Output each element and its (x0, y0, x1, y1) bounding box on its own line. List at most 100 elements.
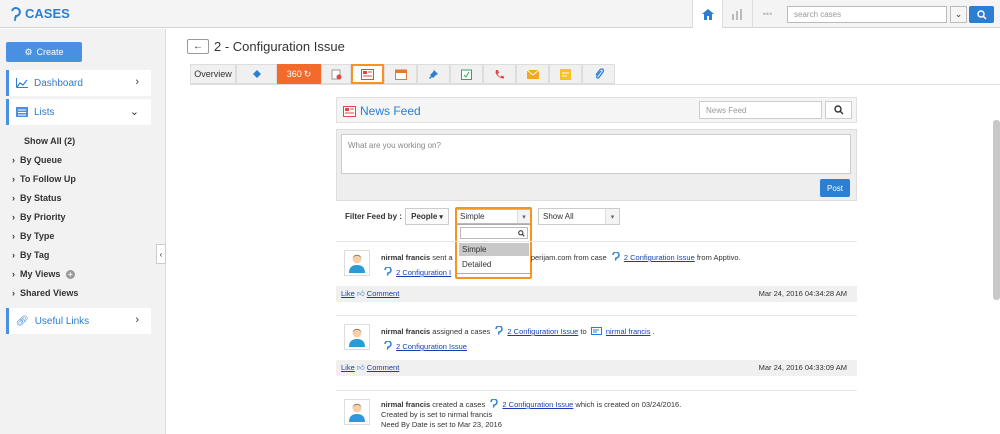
sidebar-list-show-all[interactable]: Show All (2) (24, 136, 75, 146)
tab-news-feed[interactable] (351, 64, 384, 84)
feed-action-text: sent a (432, 252, 453, 262)
tab-email[interactable] (516, 64, 549, 84)
chevron-right-icon: › (135, 314, 139, 326)
create-button[interactable]: ⚙ Create (6, 42, 82, 62)
chevron-down-icon: ⌄ (954, 9, 963, 19)
sidebar-item-lists[interactable]: Lists ⌄ (6, 99, 151, 125)
tab-360[interactable]: 360 ↻ (277, 64, 321, 84)
search-scope-dropdown[interactable]: ⌄ (950, 6, 967, 23)
tab-overview[interactable]: Overview (190, 64, 236, 84)
news-feed-icon (343, 105, 356, 117)
feed-timestamp: Mar 24, 2016 04:34:28 AM (758, 289, 847, 298)
more-icon[interactable]: ••• (752, 0, 782, 28)
home-icon[interactable] (692, 0, 722, 28)
tab-calls[interactable] (483, 64, 516, 84)
feed-to-text: to (580, 326, 587, 336)
feed-entry-footer: Like 👍︎ Comment Mar 24, 2016 04:33:09 AM (336, 360, 857, 376)
tab-case-info[interactable] (236, 64, 277, 84)
sidebar-item-dashboard[interactable]: Dashboard › (6, 70, 151, 96)
thumbs-up-icon: 👍︎ (356, 289, 365, 298)
sidebar-list-my-views[interactable]: › My Views + (12, 269, 75, 279)
compose-box: What are you working on? Post (336, 129, 857, 201)
news-feed-header: News Feed News Feed (336, 97, 857, 123)
filter-feed-label: Filter Feed by : (345, 212, 402, 221)
add-view-icon[interactable]: + (65, 270, 75, 279)
paperclip-icon (594, 68, 604, 79)
sidebar-item-useful-links[interactable]: 🔗︎ Useful Links › (6, 308, 151, 334)
app-title[interactable]: CASES (8, 6, 70, 21)
tab-360-label: 360 (286, 69, 302, 79)
compose-input[interactable]: What are you working on? (341, 134, 851, 174)
avatar (344, 399, 370, 425)
news-feed-search-button[interactable] (825, 101, 852, 119)
news-feed-title: News Feed (343, 104, 421, 118)
caret-down-icon: ▾ (605, 209, 619, 224)
feed-entry: nirmal francis sent a perijam.com from c… (336, 241, 857, 305)
search-button[interactable] (969, 6, 994, 23)
email-icon (526, 69, 539, 79)
page-scrollbar[interactable] (993, 120, 1000, 300)
phone-icon (495, 69, 504, 79)
comment-link[interactable]: Comment (367, 363, 400, 372)
case-link[interactable]: 2 Configuration Issue (624, 253, 695, 262)
pin-icon (429, 69, 438, 79)
tasks-icon (461, 69, 472, 80)
back-button[interactable]: ← (187, 39, 209, 54)
app-title-label: CASES (25, 6, 70, 21)
news-feed-panel: News Feed News Feed What are you working… (336, 97, 857, 434)
sidebar: ⚙ Create Dashboard › Lists ⌄ Show All (2… (0, 29, 166, 434)
feed-action-text: assigned a cases (432, 326, 491, 336)
user-avatar-icon (349, 403, 365, 422)
settings-icon: ⚙ (24, 46, 33, 57)
chevron-left-icon: ‹ (159, 249, 163, 259)
link-icon: 🔗︎ (16, 315, 29, 327)
tab-tasks[interactable] (450, 64, 483, 84)
page-title: 2 - Configuration Issue (214, 39, 345, 54)
cases-logo-icon (252, 70, 261, 78)
refresh-icon: ↻ (303, 68, 312, 79)
tab-pin[interactable] (417, 64, 450, 84)
people-filter-label: People (411, 212, 438, 221)
user-avatar-icon (349, 328, 365, 347)
tab-attachments[interactable] (582, 64, 615, 84)
case-link[interactable]: 2 Configuration Issue (396, 342, 467, 351)
news-feed-icon (361, 68, 374, 80)
sidebar-collapse-handle[interactable]: ‹ (156, 244, 166, 264)
post-button[interactable]: Post (820, 179, 850, 197)
feed-user-link[interactable]: nirmal francis (381, 253, 430, 262)
sidebar-list-by-queue[interactable]: › By Queue (12, 155, 62, 165)
case-link[interactable]: 2 Configuration Issue (502, 400, 573, 409)
search-input[interactable]: search cases (787, 6, 947, 23)
user-avatar-icon (349, 254, 365, 273)
sidebar-list-to-follow-up[interactable]: › To Follow Up (12, 174, 76, 184)
comment-link[interactable]: Comment (367, 289, 400, 298)
people-filter-button[interactable]: People ▾ (405, 208, 449, 225)
avatar (344, 324, 370, 350)
sidebar-list-by-status[interactable]: › By Status (12, 193, 62, 203)
feed-user-link[interactable]: nirmal francis (381, 327, 430, 336)
sidebar-list-by-type[interactable]: › By Type (12, 231, 54, 241)
notes-icon (331, 69, 341, 79)
thumbs-up-icon: 👍︎ (356, 363, 365, 372)
cases-logo-icon (11, 6, 21, 21)
feed-user-link[interactable]: nirmal francis (381, 400, 430, 409)
reports-icon[interactable] (722, 0, 752, 28)
tab-calendar[interactable] (384, 64, 417, 84)
tab-sticky-notes[interactable] (549, 64, 582, 84)
tab-divider (190, 84, 1000, 85)
create-button-label: Create (36, 47, 64, 57)
news-feed-search-input[interactable]: News Feed (699, 101, 822, 119)
list-icon (16, 107, 28, 117)
show-filter-select[interactable]: Show All ▾ (538, 208, 620, 225)
case-link[interactable]: 2 Configuration Issue (507, 327, 578, 336)
feed-entry: nirmal francis assigned a cases 2 Config… (336, 315, 857, 381)
like-link[interactable]: Like (341, 289, 355, 298)
case-link[interactable]: 2 Configuration I (396, 268, 451, 277)
like-link[interactable]: Like (341, 363, 355, 372)
sidebar-list-by-tag[interactable]: › By Tag (12, 250, 49, 260)
sidebar-list-by-priority[interactable]: › By Priority (12, 212, 66, 222)
sidebar-list-shared-views[interactable]: › Shared Views (12, 288, 78, 298)
assignee-link[interactable]: nirmal francis (606, 327, 651, 336)
tab-notes[interactable] (321, 64, 351, 84)
line-chart-icon (16, 78, 28, 88)
